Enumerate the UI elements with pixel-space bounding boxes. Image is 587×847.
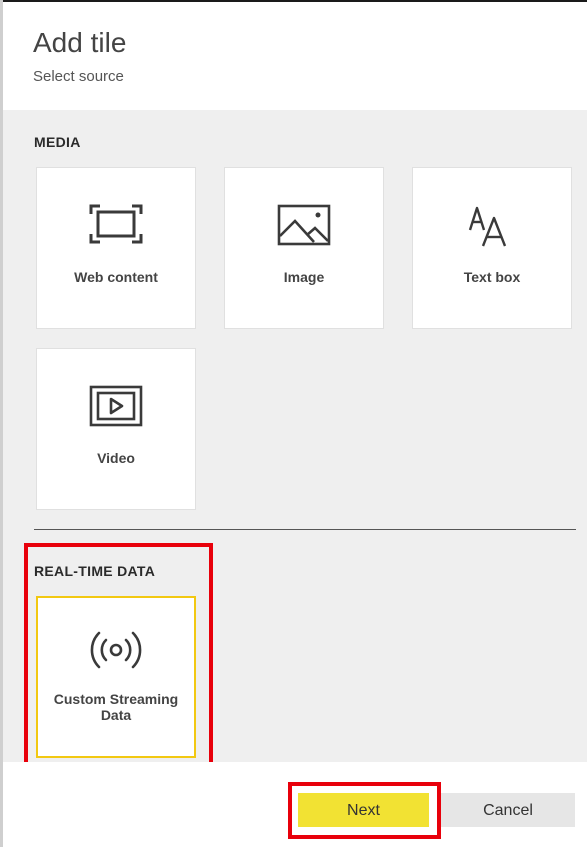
tile-label: Text box — [463, 269, 521, 285]
highlight-box-real-time-section — [24, 543, 213, 775]
tile-label: Image — [283, 269, 325, 285]
text-box-icon — [465, 204, 519, 253]
section-divider — [34, 529, 576, 530]
highlight-box-next-button — [288, 782, 441, 839]
dialog-header: Add tile Select source — [3, 2, 587, 110]
cancel-button[interactable]: Cancel — [441, 793, 575, 827]
web-content-icon — [89, 204, 143, 249]
video-icon — [89, 385, 143, 432]
tile-text-box[interactable]: Text box — [412, 167, 572, 329]
tile-label: Web content — [74, 269, 158, 285]
section-title-media: MEDIA — [34, 134, 81, 150]
tile-label: Video — [97, 450, 135, 466]
tile-image[interactable]: Image — [224, 167, 384, 329]
tile-web-content[interactable]: Web content — [36, 167, 196, 329]
page-subtitle: Select source — [33, 68, 124, 85]
image-icon — [277, 204, 331, 251]
tile-video[interactable]: Video — [36, 348, 196, 510]
page-title: Add tile — [33, 27, 127, 58]
